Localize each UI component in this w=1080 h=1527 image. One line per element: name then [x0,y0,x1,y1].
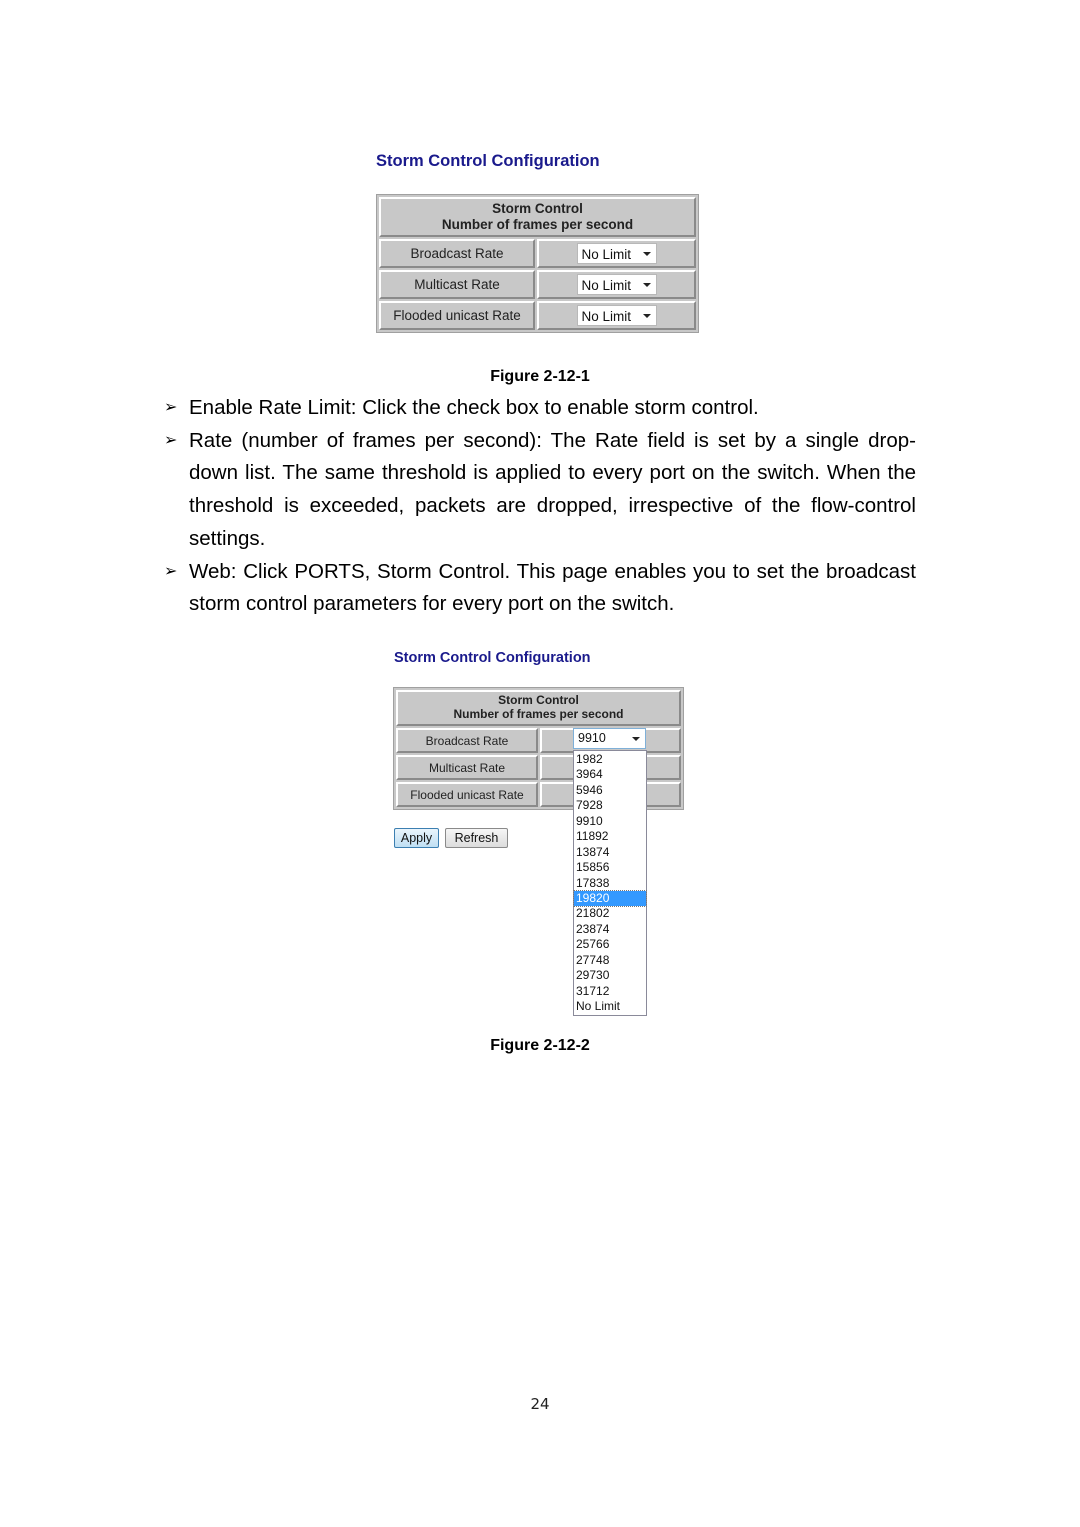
dropdown-option[interactable]: 29730 [574,968,646,983]
table-row: Multicast Rate No Limit [379,270,696,299]
flooded-unicast-rate-label: Flooded unicast Rate [379,301,535,330]
dropdown-option[interactable]: 9910 [574,814,646,829]
arrow-bullet-icon: ➢ [164,399,178,416]
bullet-item: ➢ Web: Click PORTS, Storm Control. This p… [164,556,916,621]
dropdown-option[interactable]: 5946 [574,783,646,798]
apply-button[interactable]: Apply [394,828,439,848]
figure1-storm-control-table: Storm Control Number of frames per secon… [376,194,699,333]
table-row: Flooded unicast Rate No Limit [379,301,696,330]
table-header: Storm Control Number of frames per secon… [379,197,696,237]
dropdown-option[interactable]: 11892 [574,829,646,844]
bullet-item: ➢ Enable Rate Limit: Click the check box … [164,392,916,425]
multicast-rate-select[interactable]: No Limit [576,274,657,295]
broadcast-rate-select[interactable]: No Limit [576,243,657,264]
dropdown-option[interactable]: 13874 [574,845,646,860]
dropdown-option[interactable]: 1982 [574,752,646,767]
multicast-rate-label: Multicast Rate [379,270,535,299]
header-line2: Number of frames per second [453,707,624,721]
dropdown-option[interactable]: 31712 [574,984,646,999]
broadcast-rate-dropdown-list[interactable]: 1982 3964 5946 7928 9910 11892 13874 15856 17838… [573,750,647,1017]
chevron-down-icon [642,282,651,287]
bullet-text: Rate (number of frames per second): The … [189,428,916,550]
figure2-title: Storm Control Configuration [394,650,591,666]
bullet-text: Web: Click PORTS, Storm Control. This pa… [189,559,916,616]
broadcast-rate-label: Broadcast Rate [396,728,538,753]
dropdown-option[interactable]: 7928 [574,798,646,813]
figure2-caption: Figure 2-12-2 [490,1037,590,1054]
dropdown-option[interactable]: 19820 [573,889,647,908]
bullet-list: ➢ Enable Rate Limit: Click the check box … [164,392,916,621]
header-line1: Storm Control [492,201,583,217]
chevron-down-icon [642,251,651,256]
select-value: No Limit [581,278,632,293]
table-row: Broadcast Rate No Limit [379,239,696,268]
header-line1: Storm Control [498,693,579,708]
figure1-caption: Figure 2-12-1 [490,368,590,385]
dropdown-option[interactable]: 17838 [574,876,646,891]
dropdown-option[interactable]: 25766 [574,937,646,952]
table-header: Storm Control Number of frames per secon… [396,690,681,726]
refresh-button[interactable]: Refresh [445,828,508,848]
dropdown-option[interactable]: 27748 [574,953,646,968]
select-value: 9910 [578,731,606,745]
dropdown-option[interactable]: 3964 [574,767,646,782]
arrow-bullet-icon: ➢ [164,431,178,449]
flooded-unicast-rate-label: Flooded unicast Rate [396,782,538,807]
dropdown-option[interactable]: No Limit [574,999,646,1014]
multicast-rate-label: Multicast Rate [396,755,538,780]
chevron-down-icon [632,736,640,741]
bullet-item: ➢ Rate (number of frames per second): The… [164,425,916,556]
arrow-bullet-icon: ➢ [164,562,178,580]
header-line2: Number of frames per second [441,217,634,232]
page-number: 24 [530,1395,550,1413]
figure1-title: Storm Control Configuration [376,152,600,170]
chevron-down-icon [642,313,651,318]
dropdown-option[interactable]: 15856 [574,860,646,875]
select-value: No Limit [581,247,632,262]
broadcast-rate-select[interactable]: 9910 [573,728,646,749]
dropdown-option[interactable]: 23874 [574,922,646,937]
broadcast-rate-label: Broadcast Rate [379,239,535,268]
dropdown-option[interactable]: 21802 [574,906,646,921]
bullet-text: Enable Rate Limit: Click the check box t… [189,396,759,419]
flooded-unicast-rate-select[interactable]: No Limit [576,305,657,326]
select-value: No Limit [581,309,632,324]
